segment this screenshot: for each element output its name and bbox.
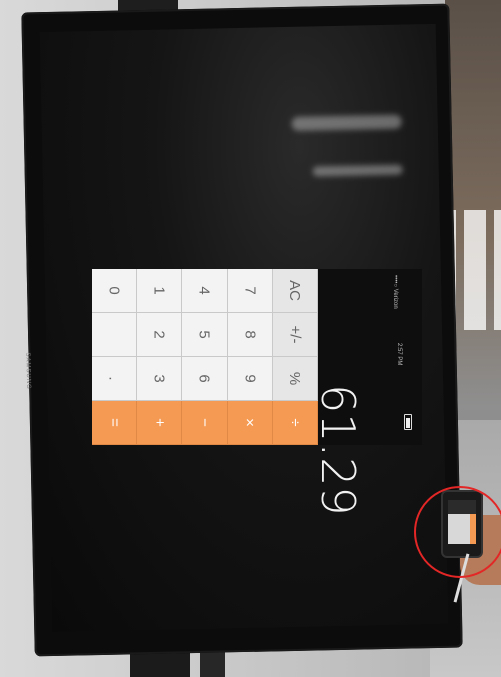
calculator-display: 61.29 ••••○ Verizon 2:57 PM	[311, 269, 422, 516]
key-equals[interactable]: =	[92, 401, 138, 445]
window-panes	[448, 210, 501, 330]
glare	[291, 114, 402, 131]
key-decimal[interactable]: .	[92, 357, 138, 401]
tv-brand: SAMSUNG	[24, 352, 32, 390]
key-ac[interactable]: AC	[272, 269, 318, 313]
key-0-wide[interactable]	[92, 313, 138, 357]
highlight-circle	[414, 486, 501, 578]
key-subtract[interactable]: −	[182, 401, 228, 445]
key-2[interactable]: 2	[137, 313, 183, 357]
key-6[interactable]: 6	[182, 357, 228, 401]
key-multiply[interactable]: ×	[227, 401, 273, 445]
key-add[interactable]: +	[137, 401, 183, 445]
key-3[interactable]: 3	[137, 357, 183, 401]
key-7[interactable]: 7	[227, 269, 273, 313]
key-5[interactable]: 5	[182, 313, 228, 357]
mirrored-calculator: 0 1 4 7 AC 2 5 8 +/- . 3 6 9 % = + − × ÷…	[92, 269, 422, 516]
carrier-status: ••••○ Verizon	[392, 275, 398, 309]
key-plus-minus[interactable]: +/-	[272, 313, 318, 357]
time-status: 2:57 PM	[396, 343, 402, 366]
key-8[interactable]: 8	[227, 313, 273, 357]
battery-icon	[404, 414, 412, 430]
key-0[interactable]: 0	[92, 269, 138, 313]
calculator-keypad: 0 1 4 7 AC 2 5 8 +/- . 3 6 9 % = + − × ÷	[92, 269, 318, 445]
key-4[interactable]: 4	[182, 269, 228, 313]
glare	[312, 164, 403, 177]
key-1[interactable]: 1	[137, 269, 183, 313]
key-9[interactable]: 9	[227, 357, 273, 401]
display-value: 61.29	[311, 384, 365, 516]
